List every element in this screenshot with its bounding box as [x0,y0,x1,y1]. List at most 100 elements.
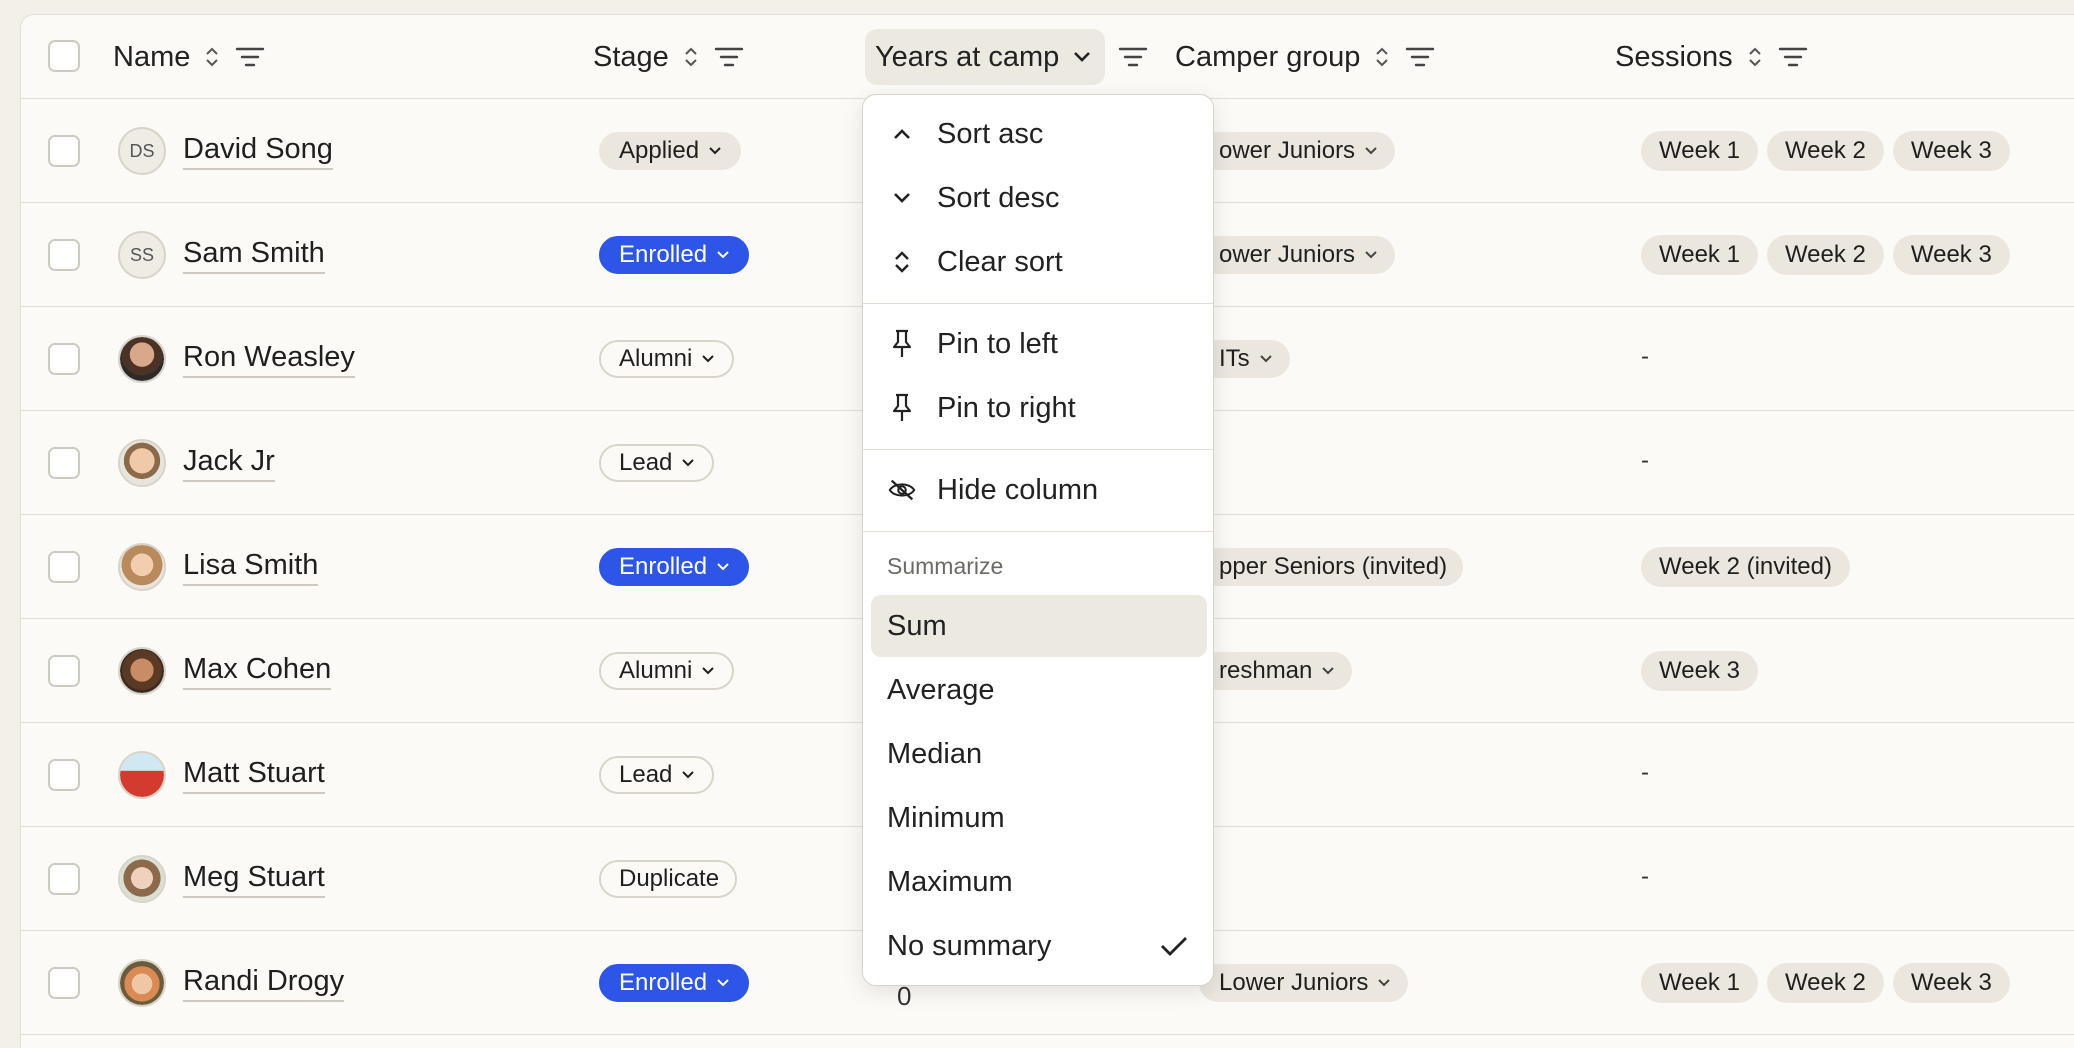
session-tag[interactable]: Week 2 [1766,963,1884,1003]
camper-group-dropdown[interactable]: pper Seniors (invited) [1199,548,1464,586]
chevron-up-icon [894,129,910,139]
avatar [118,439,166,487]
menu-item-sort-desc[interactable]: Sort desc [863,170,1213,226]
column-header-stage[interactable]: Stage [593,15,745,99]
menu-item-clear-sort[interactable]: Clear sort [863,234,1213,290]
stage-label: Enrolled [619,969,708,996]
stage-badge[interactable]: Duplicate [599,860,738,898]
menu-item-label: Pin to right [937,391,1076,424]
avatar [118,647,166,695]
sort-icon[interactable] [202,43,222,71]
chevron-down-icon [702,355,715,363]
stage-dropdown[interactable]: Enrolled [599,964,750,1002]
camper-name-link[interactable]: Lisa Smith [183,547,319,586]
empty-sessions: - [1641,863,1649,890]
column-header-name[interactable]: Name [113,15,266,99]
session-tag[interactable]: Week 3 [1892,235,2010,275]
select-all-checkbox[interactable] [48,40,80,72]
filter-icon[interactable] [713,44,745,70]
menu-divider [863,531,1213,532]
session-tag[interactable]: Week 3 [1892,963,2010,1003]
stage-dropdown[interactable]: Enrolled [599,236,750,274]
avatar: SS [118,231,166,279]
stage-dropdown[interactable]: Lead [599,444,715,482]
row-checkbox[interactable] [48,343,80,375]
camper-name-link[interactable]: Ron Weasley [183,339,355,378]
chevron-down-icon [717,251,729,259]
sessions-list: Week 2 (invited) [1641,547,1850,587]
camper-name-link[interactable]: Matt Stuart [183,755,325,794]
menu-item-maximum[interactable]: Maximum [863,854,1213,910]
menu-item-minimum[interactable]: Minimum [863,790,1213,846]
menu-divider [863,449,1213,450]
row-checkbox[interactable] [48,447,80,479]
stage-dropdown[interactable]: Enrolled [599,548,750,586]
menu-item-label: Minimum [887,801,1005,834]
menu-item-label: Hide column [937,473,1099,506]
pin-icon [892,393,912,421]
camper-name-link[interactable]: Max Cohen [183,651,332,690]
camper-group-dropdown[interactable]: ower Juniors [1199,236,1396,274]
row-checkbox[interactable] [48,967,80,999]
row-checkbox[interactable] [48,655,80,687]
row-checkbox[interactable] [48,551,80,583]
session-tag[interactable]: Week 3 [1892,131,2010,171]
camper-group-dropdown[interactable]: ower Juniors [1199,132,1396,170]
row-checkbox[interactable] [48,863,80,895]
stage-dropdown[interactable]: Lead [599,756,715,794]
camper-name-link[interactable]: Meg Stuart [183,859,325,898]
sort-icon[interactable] [1745,43,1765,71]
session-tag[interactable]: Week 1 [1641,131,1758,171]
column-label: Sessions [1615,40,1733,73]
menu-item-median[interactable]: Median [863,726,1213,782]
row-checkbox[interactable] [48,759,80,791]
filter-icon[interactable] [1777,44,1809,70]
group-label: reshman [1219,657,1313,684]
group-label: ower Juniors [1219,241,1356,268]
filter-icon[interactable] [1117,44,1149,70]
column-label: Years at camp [875,40,1060,73]
menu-item-average[interactable]: Average [863,662,1213,718]
column-header-camper-group[interactable]: Camper group [1175,15,1436,99]
group-label: ower Juniors [1219,137,1356,164]
stage-dropdown[interactable]: Alumni [599,340,735,378]
pin-icon [892,329,912,357]
column-header-years-at-camp[interactable]: Years at camp [865,29,1106,85]
sort-icon[interactable] [1372,43,1392,71]
menu-item-pin-left[interactable]: Pin to left [863,316,1213,372]
camper-name-link[interactable]: Randi Drogy [183,963,345,1002]
menu-item-pin-right[interactable]: Pin to right [863,380,1213,436]
menu-item-sum[interactable]: Sum [871,595,1207,657]
camper-name-link[interactable]: David Song [183,131,333,170]
stage-label: Applied [619,137,700,164]
camper-group-dropdown[interactable]: Lower Juniors [1199,964,1409,1002]
stage-dropdown[interactable]: Alumni [599,652,735,690]
session-tag[interactable]: Week 2 [1766,235,1884,275]
session-tag[interactable]: Week 3 [1641,651,1758,691]
row-checkbox[interactable] [48,135,80,167]
avatar-initials: DS [129,140,155,161]
filter-icon[interactable] [234,44,266,70]
menu-item-hide-column[interactable]: Hide column [863,462,1213,518]
chevron-down-icon [1074,52,1091,62]
sort-icon[interactable] [681,43,701,71]
session-tag[interactable]: Week 1 [1641,235,1758,275]
menu-item-sort-asc[interactable]: Sort asc [863,106,1213,162]
camper-group-dropdown[interactable]: reshman [1199,652,1353,690]
sort-icon [895,251,909,273]
session-tag[interactable]: Week 2 (invited) [1641,547,1850,587]
row-checkbox[interactable] [48,239,80,271]
session-tag[interactable]: Week 2 [1766,131,1884,171]
menu-item-no-summary[interactable]: No summary [863,918,1213,974]
column-header-sessions[interactable]: Sessions [1615,15,1809,99]
chevron-down-icon [717,563,729,571]
session-tag[interactable]: Week 1 [1641,963,1758,1003]
column-label: Name [113,40,191,73]
camper-name-link[interactable]: Sam Smith [183,235,325,274]
column-label: Camper group [1175,40,1361,73]
stage-label: Duplicate [619,865,720,892]
filter-icon[interactable] [1404,44,1436,70]
camper-name-link[interactable]: Jack Jr [183,443,275,482]
stage-dropdown[interactable]: Applied [599,132,742,170]
chevron-down-icon [709,147,721,155]
